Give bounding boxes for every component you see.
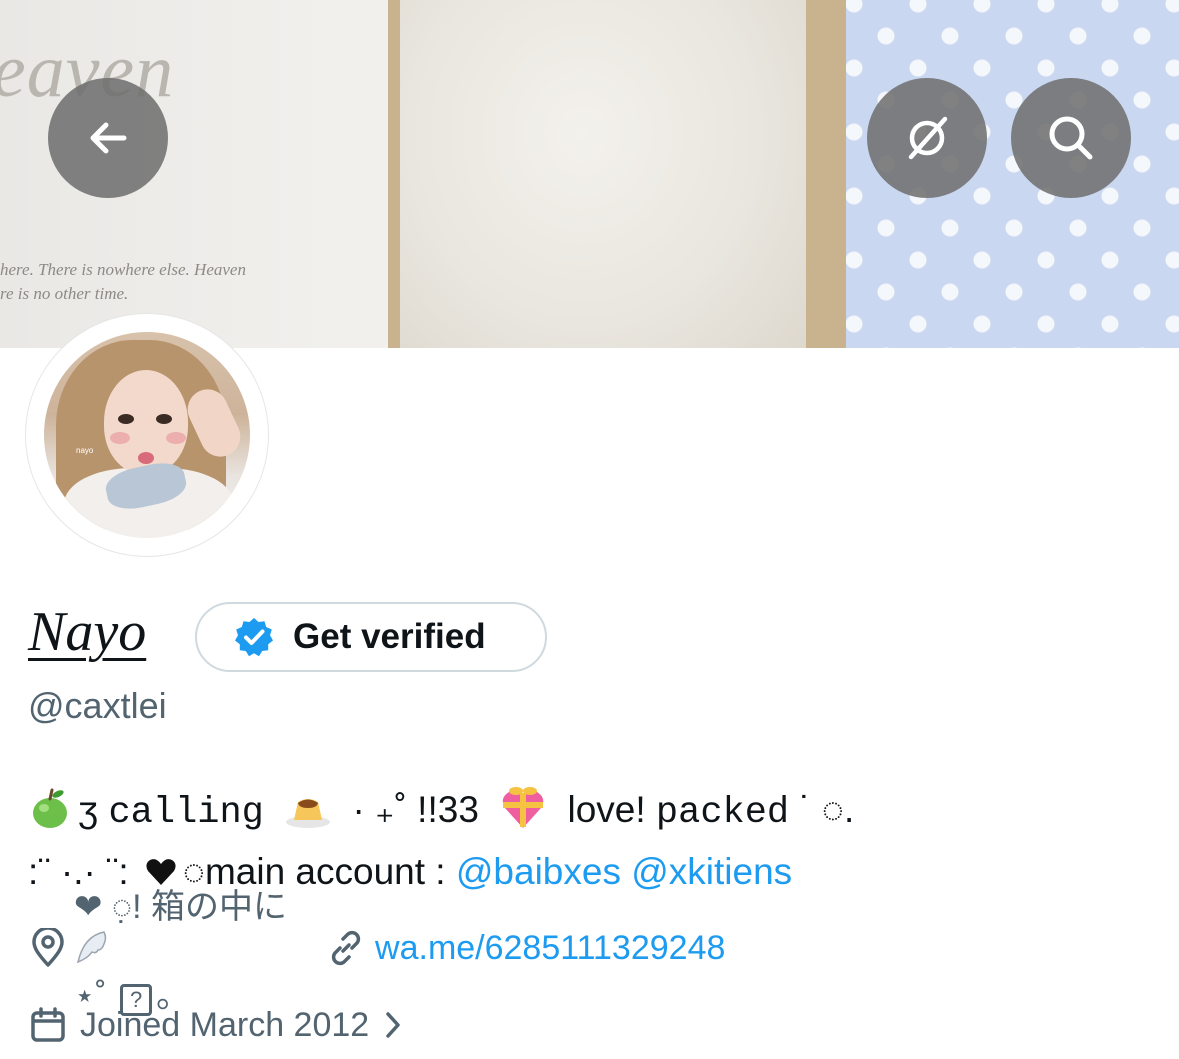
calendar-icon bbox=[31, 1007, 65, 1042]
verified-badge-icon bbox=[235, 618, 273, 657]
avatar-lips bbox=[138, 452, 154, 464]
profile-meta-row: ❤︎ ◌̣! 箱の中に ⋆˚ ?。 wa.me/6285111329248 bbox=[30, 888, 725, 1016]
bio-line-1: ʒ calling · ₊˚ !!33 love! packed ˙ ◌. bbox=[28, 784, 854, 837]
location-pin-icon bbox=[32, 928, 64, 967]
custard-pudding-icon bbox=[286, 799, 331, 828]
mention-baibxes[interactable]: @baibxes bbox=[456, 851, 621, 892]
avatar-cheek-left bbox=[110, 432, 130, 444]
profile-handle: @caxtlei bbox=[28, 685, 167, 726]
display-name: Nayo bbox=[28, 601, 147, 663]
bio-love: love! bbox=[567, 789, 646, 830]
bio-trailing-symbols: ˙ ◌. bbox=[799, 789, 855, 830]
heart-ribbon-icon bbox=[502, 787, 544, 828]
mention-xkitiens[interactable]: @xkitiens bbox=[631, 851, 792, 892]
banner-bread-crumb bbox=[400, 0, 806, 348]
joined-date-row[interactable]: Joined March 2012 bbox=[30, 1002, 403, 1048]
avatar[interactable]: nayo bbox=[44, 332, 250, 538]
chevron-right-icon bbox=[386, 1012, 400, 1038]
bio-sparkles: · ₊˚ !!33 bbox=[352, 789, 479, 830]
location-part-a: ❤︎ ◌̣! 箱の中に bbox=[74, 888, 288, 926]
get-verified-button[interactable]: Get verified bbox=[195, 602, 547, 672]
banner-quote-line-2: re is no other time. bbox=[0, 284, 129, 303]
wing-icon bbox=[76, 931, 107, 964]
profile-banner: eaven here. There is nowhere else. Heave… bbox=[0, 0, 1179, 348]
translate-off-icon bbox=[908, 116, 948, 160]
arrow-left-icon bbox=[90, 122, 127, 154]
banner-quote-line-1: here. There is nowhere else. Heaven bbox=[0, 260, 246, 279]
translate-button[interactable] bbox=[867, 78, 987, 198]
link-icon bbox=[331, 930, 361, 966]
search-button[interactable] bbox=[1011, 78, 1131, 198]
profile-link[interactable]: wa.me/6285111329248 bbox=[375, 929, 725, 968]
search-icon bbox=[1049, 116, 1093, 160]
banner-bread-image bbox=[388, 0, 850, 348]
location-text: ❤︎ ◌̣! 箱の中に ⋆˚ ?。 bbox=[74, 879, 287, 1017]
avatar-eye-left bbox=[118, 414, 134, 424]
bio-word-packed: packed bbox=[655, 792, 790, 834]
avatar-eye-right bbox=[156, 414, 172, 424]
bio-word-calling: calling bbox=[108, 792, 264, 834]
get-verified-label: Get verified bbox=[293, 617, 486, 656]
avatar-cheek-right bbox=[166, 432, 186, 444]
banner-quote: here. There is nowhere else. Heaven re i… bbox=[0, 258, 246, 306]
bio-symbol-a: ʒ bbox=[78, 789, 99, 830]
avatar-tag: nayo bbox=[76, 446, 94, 455]
joined-date-text: Joined March 2012 bbox=[80, 1005, 370, 1044]
back-button[interactable] bbox=[48, 78, 168, 198]
green-apple-icon bbox=[33, 788, 67, 828]
